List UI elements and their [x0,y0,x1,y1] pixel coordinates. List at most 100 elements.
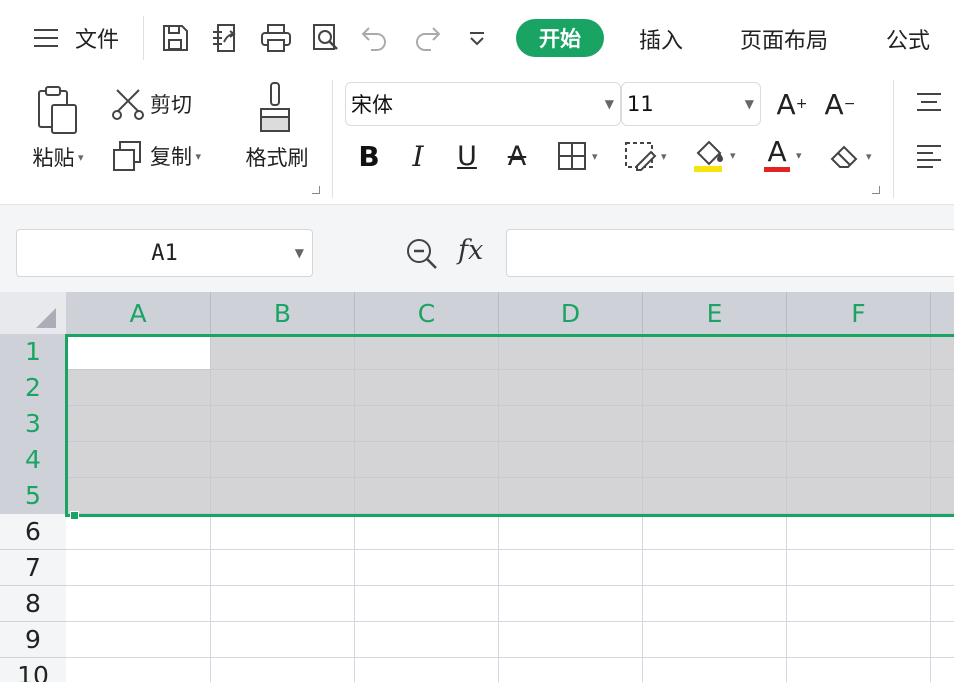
row-header-4[interactable]: 4 [0,442,66,478]
row-header-9[interactable]: 9 [0,622,66,658]
cell-f4[interactable] [787,442,931,478]
borders-button[interactable]: ▾ [548,136,606,176]
save-icon[interactable] [158,20,192,56]
cell-d9[interactable] [499,622,643,658]
name-box[interactable]: A1 ▼ [16,229,313,277]
file-menu[interactable]: 文件 [70,22,124,54]
cell-e3[interactable] [643,406,787,442]
cell-a3[interactable] [66,406,211,442]
print-icon[interactable] [258,20,294,56]
strikethrough-button[interactable]: A [498,136,536,176]
cell-b3[interactable] [211,406,355,442]
tab-insert[interactable]: 插入 [626,22,696,56]
cell-g5[interactable] [931,478,954,514]
underline-button[interactable]: U [448,136,486,176]
cell-c7[interactable] [355,550,499,586]
cell-e4[interactable] [643,442,787,478]
cell-a9[interactable] [66,622,211,658]
cell-c9[interactable] [355,622,499,658]
format-painter-icon[interactable] [252,80,298,136]
redo-icon[interactable] [410,22,444,54]
insert-function-button[interactable]: fx [458,235,483,266]
formula-input[interactable] [506,229,954,277]
row-header-8[interactable]: 8 [0,586,66,622]
cell-c2[interactable] [355,370,499,406]
clear-format-button[interactable]: ▾ [822,136,878,176]
cell-a7[interactable] [66,550,211,586]
cell-f9[interactable] [787,622,931,658]
name-box-dropdown-icon[interactable]: ▼ [295,246,304,260]
cell-g4[interactable] [931,442,954,478]
italic-button[interactable]: I [400,136,436,176]
print-preview-icon[interactable] [308,20,344,56]
cell-f7[interactable] [787,550,931,586]
clipboard-dialog-launcher[interactable] [312,186,320,194]
cell-c4[interactable] [355,442,499,478]
cell-g1[interactable] [931,334,954,370]
cell-g9[interactable] [931,622,954,658]
cell-b6[interactable] [211,514,355,550]
cell-e6[interactable] [643,514,787,550]
zoom-icon[interactable] [402,235,442,273]
font-name-select[interactable]: 宋体 ▼ [345,82,621,126]
export-icon[interactable] [208,20,244,56]
cell-g3[interactable] [931,406,954,442]
cell-f1[interactable] [787,334,931,370]
cell-e9[interactable] [643,622,787,658]
row-header-2[interactable]: 2 [0,370,66,406]
cell-a6[interactable] [66,514,211,550]
cell-a5[interactable] [66,478,211,514]
select-all-corner[interactable] [0,292,66,334]
cell-e1[interactable] [643,334,787,370]
cell-d5[interactable] [499,478,643,514]
row-header-3[interactable]: 3 [0,406,66,442]
cell-g7[interactable] [931,550,954,586]
cell-e10[interactable] [643,658,787,682]
paste-button[interactable]: 粘贴 ▾ [22,140,94,174]
cell-c8[interactable] [355,586,499,622]
align-left-icon[interactable] [910,138,946,174]
cell-g2[interactable] [931,370,954,406]
cut-button[interactable]: 剪切 [110,84,210,124]
fill-handle[interactable] [70,511,79,520]
cell-c6[interactable] [355,514,499,550]
cell-c10[interactable] [355,658,499,682]
paste-icon[interactable] [32,84,84,136]
bold-button[interactable]: B [350,136,388,176]
font-size-select[interactable]: 11 ▼ [621,82,761,126]
cell-a4[interactable] [66,442,211,478]
tab-home[interactable]: 开始 [516,19,604,57]
cell-g6[interactable] [931,514,954,550]
cell-b4[interactable] [211,442,355,478]
row-header-10[interactable]: 10 [0,658,66,682]
undo-icon[interactable] [358,22,392,54]
cell-e8[interactable] [643,586,787,622]
cell-a10[interactable] [66,658,211,682]
cell-b8[interactable] [211,586,355,622]
row-header-6[interactable]: 6 [0,514,66,550]
copy-button[interactable]: 复制 ▾ [110,136,222,176]
cell-f10[interactable] [787,658,931,682]
cell-a8[interactable] [66,586,211,622]
cell-c3[interactable] [355,406,499,442]
cell-style-button[interactable]: ▾ [614,136,676,176]
cell-style-dropdown-icon[interactable]: ▾ [657,150,667,163]
increase-font-size-button[interactable]: A + [772,84,812,124]
cell-c1[interactable] [355,334,499,370]
cell-e2[interactable] [643,370,787,406]
cell-d2[interactable] [499,370,643,406]
cell-b10[interactable] [211,658,355,682]
cell-c5[interactable] [355,478,499,514]
cell-f8[interactable] [787,586,931,622]
cell-e7[interactable] [643,550,787,586]
row-header-7[interactable]: 7 [0,550,66,586]
cell-f6[interactable] [787,514,931,550]
hamburger-menu-icon[interactable] [30,24,62,52]
cell-d4[interactable] [499,442,643,478]
cell-d10[interactable] [499,658,643,682]
column-header-b[interactable]: B [211,292,355,334]
paste-dropdown-icon[interactable]: ▾ [74,151,84,164]
cell-b1[interactable] [211,334,355,370]
cell-a2[interactable] [66,370,211,406]
font-dialog-launcher[interactable] [872,186,880,194]
